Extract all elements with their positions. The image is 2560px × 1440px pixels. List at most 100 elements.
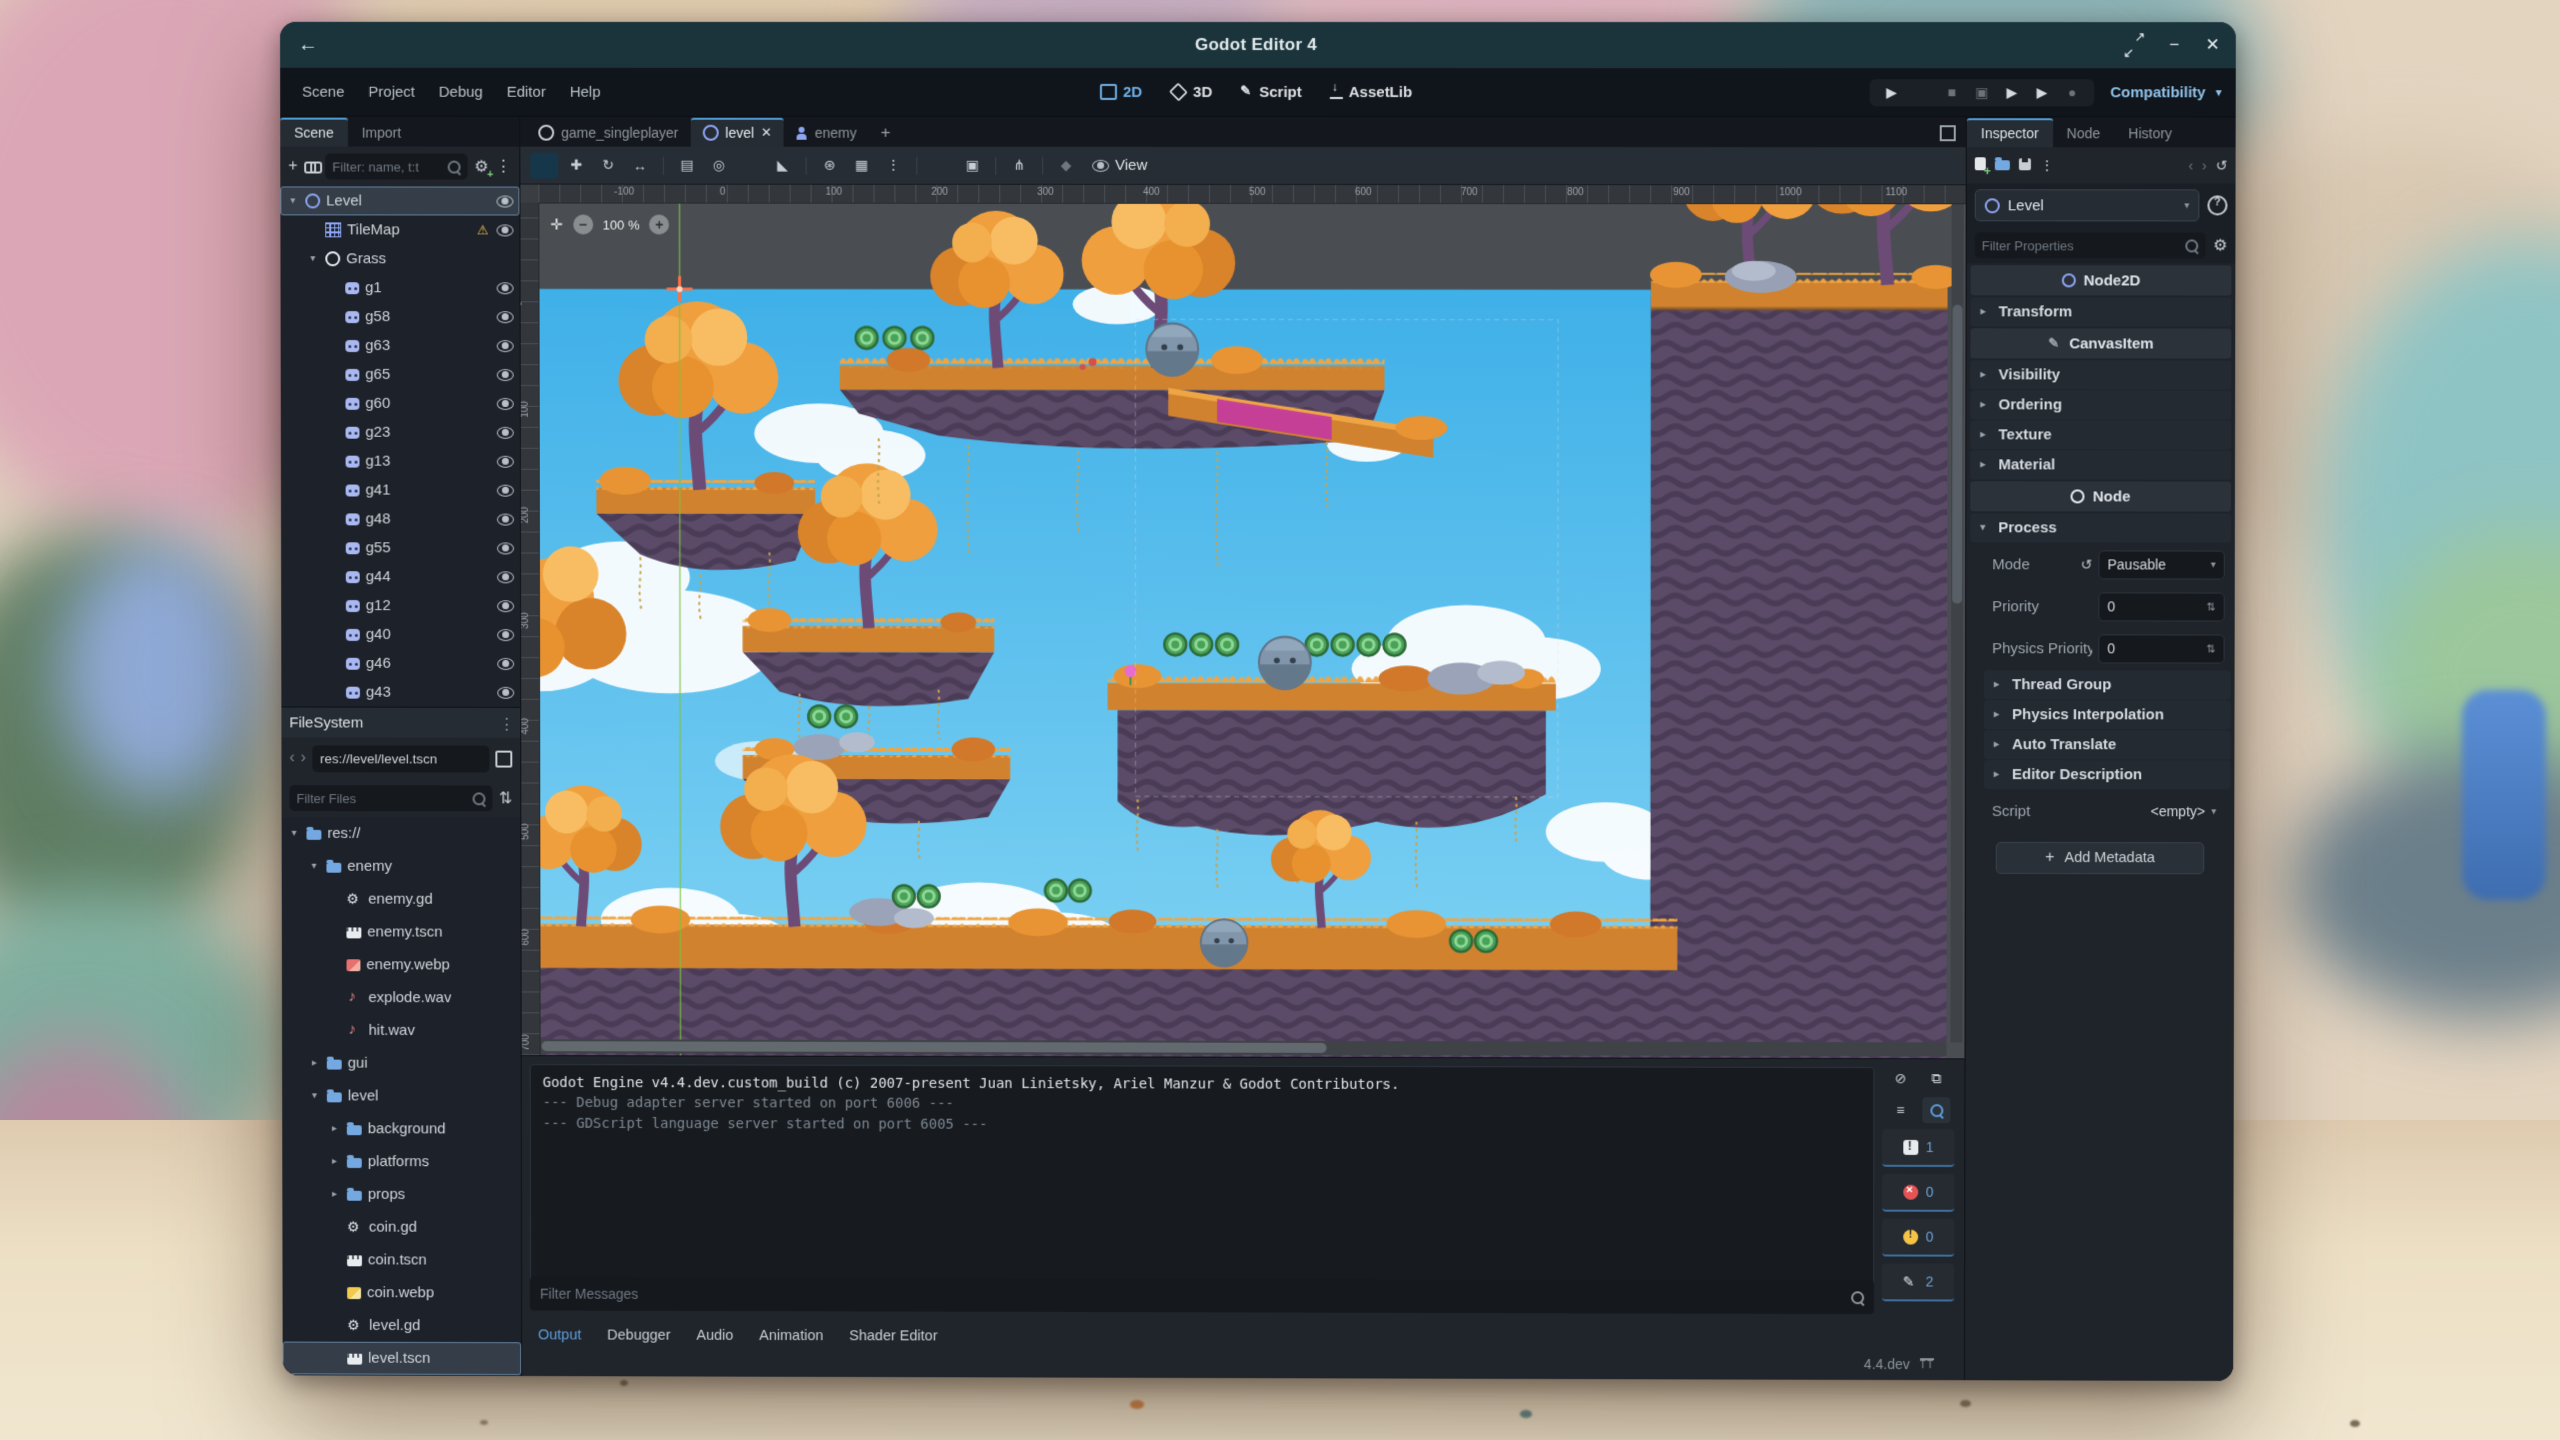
- group-button[interactable]: ▣: [958, 152, 986, 178]
- coin[interactable]: [1190, 634, 1212, 656]
- visibility-eye-icon[interactable]: [497, 195, 514, 207]
- property-dropdown[interactable]: Pausable▾: [2098, 550, 2224, 579]
- filesystem-menu-icon[interactable]: ⋮: [499, 715, 514, 733]
- load-resource-icon[interactable]: [1995, 157, 2010, 173]
- file-row[interactable]: coin.tscn: [282, 1243, 521, 1276]
- play-custom-scene-button[interactable]: ▶: [2034, 84, 2050, 101]
- coin[interactable]: [884, 327, 906, 349]
- node-selector[interactable]: Level ▾: [1975, 189, 2200, 221]
- menu-item[interactable]: Help: [560, 79, 611, 104]
- minimize-button[interactable]: −: [2169, 35, 2179, 55]
- grid-snap-toggle[interactable]: ▦: [847, 152, 875, 178]
- new-scene-tab-button[interactable]: +: [871, 123, 901, 147]
- center-view-icon[interactable]: ✛: [550, 216, 563, 234]
- close-tab-icon[interactable]: ✕: [761, 125, 772, 141]
- zoom-in-button[interactable]: +: [649, 215, 669, 235]
- resource-menu-icon[interactable]: ⋮: [2040, 157, 2054, 174]
- expand-chevron[interactable]: ▸: [328, 1189, 341, 1200]
- file-row[interactable]: coin.gd: [282, 1211, 521, 1244]
- sort-files-icon[interactable]: ⇅: [499, 788, 512, 808]
- fullscreen-button[interactable]: [2125, 36, 2143, 54]
- scene-tree-row[interactable]: g13: [281, 447, 520, 476]
- coin[interactable]: [808, 706, 830, 728]
- file-row[interactable]: ▸ gui: [282, 1047, 521, 1080]
- scene-tree-row[interactable]: ▾ Grass: [280, 244, 519, 273]
- visibility-eye-icon[interactable]: [497, 484, 514, 496]
- visibility-eye-icon[interactable]: [497, 311, 514, 323]
- attach-script-button[interactable]: ⚙: [474, 157, 488, 177]
- scene-tree-row[interactable]: g12: [281, 591, 520, 620]
- context-tab[interactable]: Script: [1230, 79, 1312, 104]
- file-row[interactable]: level.gd: [283, 1309, 522, 1342]
- scene-tree-row[interactable]: g41: [281, 475, 520, 504]
- coin[interactable]: [1358, 634, 1380, 656]
- current-path[interactable]: res://level/level.tscn: [312, 745, 489, 772]
- coin[interactable]: [1332, 634, 1354, 656]
- 2d-viewport-canvas[interactable]: [520, 185, 1965, 1059]
- inspector-section[interactable]: ▸ Transform: [1971, 297, 2232, 326]
- horizontal-scrollbar-thumb[interactable]: [542, 1041, 1327, 1053]
- program-output-toggle[interactable]: 1: [1882, 1129, 1954, 1167]
- bottom-tab[interactable]: Debugger: [607, 1328, 670, 1344]
- errors-toggle[interactable]: 0: [1882, 1174, 1954, 1212]
- close-button[interactable]: ✕: [2205, 35, 2219, 55]
- update-indicator-icon[interactable]: TT: [1920, 1358, 1934, 1371]
- coin[interactable]: [911, 327, 933, 349]
- inspector-subsection[interactable]: ▸ Physics Interpolation: [1984, 700, 2231, 729]
- asset-preview-icon[interactable]: ◆: [1052, 152, 1080, 178]
- menu-item[interactable]: Project: [358, 79, 424, 104]
- scene-tree-row[interactable]: ▾ Level: [280, 186, 519, 215]
- menu-item[interactable]: Editor: [497, 79, 556, 104]
- lock-button[interactable]: [926, 152, 954, 178]
- property-spinner[interactable]: 0⇅: [2098, 634, 2224, 663]
- collapse-duplicates-icon[interactable]: ≡: [1886, 1097, 1914, 1123]
- visibility-eye-icon[interactable]: [497, 282, 514, 294]
- context-tab[interactable]: 3D: [1160, 79, 1222, 104]
- visibility-eye-icon[interactable]: [497, 658, 514, 670]
- smart-snap-toggle[interactable]: ⊛: [816, 152, 844, 178]
- property-tools-icon[interactable]: ⚙: [2213, 235, 2227, 255]
- coin[interactable]: [1450, 930, 1472, 952]
- add-metadata-button[interactable]: + Add Metadata: [1996, 842, 2204, 874]
- file-row[interactable]: level.tscn: [283, 1342, 522, 1375]
- rotate-tool[interactable]: ↻: [594, 152, 622, 178]
- visibility-eye-icon[interactable]: [497, 542, 514, 554]
- coin[interactable]: [918, 885, 940, 907]
- context-tab[interactable]: 2D: [1090, 79, 1152, 104]
- nav-back-icon[interactable]: ‹: [289, 749, 294, 767]
- view-menu[interactable]: View: [1090, 157, 1147, 174]
- 2d-viewport[interactable]: -100010020030040050060070080090010001100…: [520, 185, 1965, 1059]
- context-tab[interactable]: AssetLib: [1320, 80, 1422, 105]
- scene-tree-row[interactable]: g40: [281, 620, 520, 649]
- visibility-eye-icon[interactable]: [497, 397, 514, 409]
- file-row[interactable]: ▾ enemy: [282, 850, 521, 883]
- add-node-button[interactable]: +: [288, 158, 297, 176]
- scene-tree-row[interactable]: g65: [281, 360, 520, 389]
- expand-chevron[interactable]: ▾: [306, 253, 319, 264]
- file-row[interactable]: enemy.tscn: [282, 915, 521, 948]
- file-row[interactable]: coin.webp: [283, 1276, 522, 1309]
- scene-tree-row[interactable]: g46: [281, 649, 520, 678]
- bottom-tab[interactable]: Audio: [696, 1328, 733, 1344]
- script-value[interactable]: <empty>▾: [2143, 798, 2225, 825]
- coin[interactable]: [1164, 634, 1186, 656]
- coin[interactable]: [893, 885, 915, 907]
- list-select-tool[interactable]: ▤: [673, 152, 701, 178]
- remote-debug-button[interactable]: ▣: [1974, 84, 1990, 101]
- enemy-sprite[interactable]: [1259, 637, 1311, 691]
- open-docs-icon[interactable]: [2207, 195, 2227, 215]
- zoom-out-button[interactable]: −: [573, 215, 593, 235]
- visibility-eye-icon[interactable]: [497, 455, 514, 467]
- filter-files-input[interactable]: Filter Files: [289, 785, 492, 811]
- scene-tree-row[interactable]: g23: [281, 418, 520, 447]
- scene-tab[interactable]: enemy: [784, 120, 869, 147]
- stop-button[interactable]: ■: [1944, 84, 1960, 100]
- inspector-section[interactable]: ▾ Process: [1970, 513, 2231, 542]
- scene-tab[interactable]: game_singleplayer: [526, 120, 690, 147]
- visibility-eye-icon[interactable]: [497, 426, 514, 438]
- new-resource-icon[interactable]: [1975, 157, 1986, 173]
- pan-tool[interactable]: [737, 152, 765, 178]
- dock-tab[interactable]: Scene: [280, 118, 347, 147]
- play-button[interactable]: ▶: [1884, 84, 1900, 101]
- file-row[interactable]: enemy.gd: [282, 883, 521, 916]
